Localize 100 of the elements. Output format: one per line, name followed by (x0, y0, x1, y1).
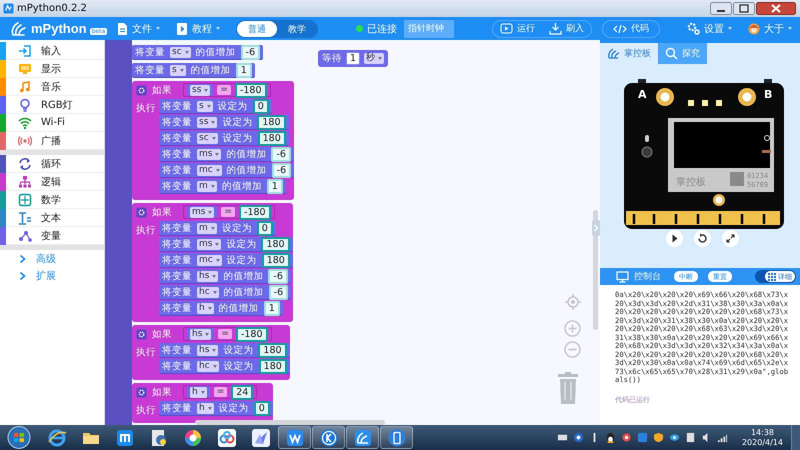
number-field[interactable]: -6 (271, 146, 291, 162)
mode-tab[interactable]: 教学 (277, 20, 317, 36)
number-field[interactable]: -180 (239, 204, 271, 220)
number-field[interactable]: 1 (264, 300, 280, 316)
variable-dropdown[interactable]: h (197, 302, 214, 314)
penguin-icon[interactable] (604, 432, 616, 443)
number-field[interactable]: -6 (272, 162, 292, 178)
variable-dropdown[interactable]: hc (197, 360, 219, 372)
category-label: 数学 (41, 194, 61, 206)
number-field[interactable]: 180 (261, 236, 290, 252)
number-field[interactable]: -180 (234, 82, 266, 98)
block-label: 将变量 (162, 402, 192, 414)
number-field[interactable]: -180 (236, 326, 268, 342)
variable-dropdown[interactable]: s (170, 64, 186, 76)
text-icon (18, 210, 32, 224)
variable-dropdown[interactable]: h (190, 386, 207, 398)
shield-icon[interactable] (652, 432, 664, 443)
number-field[interactable]: 0 (256, 220, 273, 236)
number-field[interactable]: 180 (258, 130, 286, 146)
number-field[interactable]: -6 (240, 44, 260, 60)
block-label: 如果 (152, 84, 172, 96)
number-field[interactable]: -6 (268, 284, 288, 300)
category-item[interactable]: RGB灯 (0, 96, 104, 114)
variable-dropdown[interactable]: hs (197, 270, 218, 282)
category-label: 文本 (41, 212, 61, 224)
block-label: 设定为 (222, 116, 252, 128)
monitor-icon (18, 62, 32, 76)
block-label: 等待 (322, 52, 342, 65)
connection-status: 已连接 (367, 22, 397, 36)
number-field[interactable]: 180 (258, 342, 287, 358)
category-item[interactable]: 数学 (0, 191, 104, 209)
gear-icon[interactable] (136, 84, 147, 96)
maximize-button[interactable] (733, 2, 755, 15)
number-field[interactable]: 1 (346, 52, 360, 65)
operator-dropdown[interactable]: = (214, 387, 228, 397)
block-label: 将变量 (162, 344, 192, 356)
close-button[interactable] (756, 2, 796, 15)
category-item[interactable]: 文本 (0, 209, 104, 227)
taskbar-app[interactable] (278, 426, 311, 449)
variable-dropdown[interactable]: s (197, 100, 213, 112)
minimize-button[interactable] (710, 2, 732, 15)
category-label: RGB灯 (41, 98, 73, 112)
taskbar-app[interactable] (346, 426, 379, 449)
eye-icon[interactable] (668, 432, 680, 443)
play-button[interactable] (666, 230, 682, 247)
taskbar-app[interactable] (380, 426, 413, 449)
variable-dropdown[interactable]: m (197, 180, 217, 192)
variable-dropdown[interactable]: sc (170, 46, 191, 58)
category-label: 音乐 (41, 80, 61, 94)
fullscreen-button[interactable] (722, 230, 738, 247)
help-icon[interactable] (572, 432, 584, 443)
gear-icon[interactable] (136, 206, 147, 218)
start-button[interactable] (6, 425, 32, 450)
app-icon (114, 428, 134, 448)
category-item[interactable]: 音乐 (0, 78, 104, 96)
variable-dropdown[interactable]: m (197, 222, 217, 234)
operator-dropdown[interactable]: = (217, 85, 231, 95)
gear-icon[interactable] (136, 328, 147, 340)
number-field[interactable]: 180 (257, 114, 286, 130)
music-note-icon (18, 80, 32, 94)
variable-dropdown[interactable]: ms (190, 206, 214, 218)
app-icon[interactable] (636, 432, 648, 443)
variable-dropdown[interactable]: hs (190, 328, 212, 340)
gear-icon[interactable] (136, 386, 147, 398)
keyboard-icon[interactable] (556, 432, 568, 443)
number-field[interactable]: 0 (254, 400, 270, 416)
category-item[interactable]: 显示 (0, 60, 104, 78)
number-field[interactable]: -6 (268, 268, 288, 284)
number-field[interactable]: 24 (231, 384, 254, 400)
variable-dropdown[interactable]: ss (190, 84, 210, 96)
unit-dropdown[interactable]: 秒 (364, 53, 384, 64)
variable-dropdown[interactable]: ms (197, 148, 222, 160)
number-field[interactable]: 180 (262, 252, 290, 268)
operator-dropdown[interactable]: = (221, 207, 236, 217)
number-field[interactable]: 1 (236, 62, 252, 78)
operator-dropdown[interactable]: = (218, 329, 232, 339)
variable-dropdown[interactable]: mc (197, 254, 222, 266)
variable-dropdown[interactable]: sc (197, 132, 218, 144)
scrollbar-thumb[interactable] (195, 420, 385, 425)
block-label: 执行 (135, 102, 157, 115)
reset-button[interactable] (694, 230, 710, 247)
variable-dropdown[interactable]: hs (197, 344, 218, 356)
number-field[interactable]: 0 (252, 98, 269, 114)
variable-dropdown[interactable]: mc (197, 164, 222, 176)
taskbar-app[interactable] (312, 426, 345, 449)
number-field[interactable]: 180 (258, 358, 287, 374)
signal-icon[interactable] (716, 432, 728, 443)
category-item[interactable]: 逻辑 (0, 173, 104, 191)
category-item[interactable]: 输入 (0, 42, 104, 60)
category-item[interactable]: 循环 (0, 155, 104, 173)
variable-dropdown[interactable]: ms (197, 238, 222, 250)
variable-dropdown[interactable]: h (197, 402, 214, 414)
clipboard-icon[interactable] (684, 432, 696, 443)
variable-dropdown[interactable]: ss (197, 116, 218, 128)
pinwheel-icon[interactable] (620, 432, 632, 443)
block-label: 如果 (152, 206, 172, 218)
category-item[interactable]: Wi-Fi (0, 114, 104, 132)
variable-dropdown[interactable]: hc (197, 286, 219, 298)
number-field[interactable]: 1 (266, 178, 283, 194)
loop-arrows-icon (18, 156, 32, 170)
